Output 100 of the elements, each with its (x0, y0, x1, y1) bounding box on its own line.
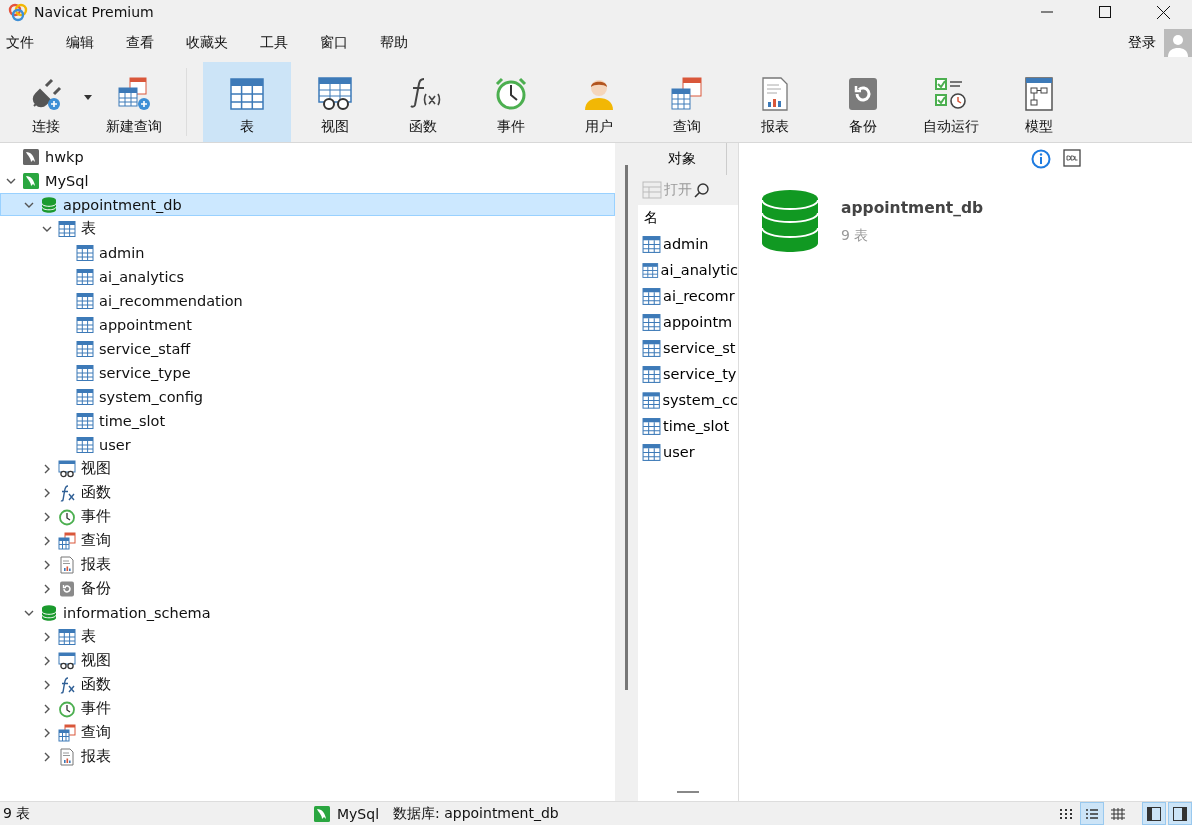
object-list-item[interactable]: service_st (638, 335, 738, 361)
toolbar-button[interactable]: 事件 (467, 62, 555, 142)
resize-handle[interactable] (677, 791, 699, 793)
table-icon (642, 181, 662, 199)
tree-item[interactable]: 事件 (0, 697, 615, 720)
database-icon (40, 603, 58, 622)
object-list-item[interactable]: user (638, 439, 738, 465)
tree-item[interactable]: MySql (0, 169, 615, 192)
menu-item[interactable]: 文件 (6, 34, 34, 52)
menu-item[interactable]: 查看 (126, 34, 154, 52)
tree-item[interactable]: 事件 (0, 505, 615, 528)
menu-item[interactable]: 编辑 (66, 34, 94, 52)
toolbar-button[interactable]: 模型 (995, 62, 1083, 142)
query-tables-icon (58, 723, 76, 742)
tree-item[interactable]: 视图 (0, 649, 615, 672)
table-icon (76, 435, 94, 454)
table-icon (642, 416, 661, 436)
checklist-clock-icon (933, 76, 969, 112)
tree-item[interactable]: appointment_db (0, 193, 615, 216)
table-icon (76, 243, 94, 262)
table-icon (642, 390, 661, 410)
ddl-icon[interactable] (1062, 149, 1081, 167)
window-title: Navicat Premium (34, 4, 154, 20)
toolbar-button[interactable]: 备份 (819, 62, 907, 142)
list-view-icon (1085, 807, 1099, 820)
table-icon (642, 286, 661, 306)
table-icon (642, 312, 661, 332)
scrollbar[interactable] (625, 165, 628, 690)
object-list-item[interactable]: admin (638, 231, 738, 257)
object-list-item[interactable]: system_cc (638, 387, 738, 413)
dolphin-icon (22, 147, 40, 166)
tree-item[interactable]: information_schema (0, 601, 615, 624)
object-list-item[interactable]: time_slot (638, 413, 738, 439)
dolphin-icon (22, 171, 40, 190)
tree-item[interactable]: 函数 (0, 673, 615, 696)
pane-toggle-button[interactable] (1168, 802, 1192, 825)
backup-icon (58, 579, 76, 598)
login-link[interactable]: 登录 (1128, 34, 1156, 52)
tree-item[interactable]: appointment (0, 313, 615, 336)
table-icon (76, 387, 94, 406)
object-list-item[interactable]: appointm (638, 309, 738, 335)
tree-item[interactable]: time_slot (0, 409, 615, 432)
menu-item[interactable]: 帮助 (380, 34, 408, 52)
tree-item[interactable]: 报表 (0, 745, 615, 768)
toolbar-button[interactable]: 报表 (731, 62, 819, 142)
table-count: 9 表 (841, 227, 870, 245)
toolbar-button[interactable]: 连接 (2, 62, 90, 142)
table-icon (642, 260, 659, 280)
table-icon (76, 315, 94, 334)
tree-item[interactable]: 函数 (0, 481, 615, 504)
tree-item[interactable]: 表 (0, 217, 615, 240)
tree-item[interactable]: user (0, 433, 615, 456)
report-icon (58, 747, 76, 766)
object-list-item[interactable]: ai_recomr (638, 283, 738, 309)
query-tables-icon (58, 531, 76, 550)
tree-item[interactable]: service_staff (0, 337, 615, 360)
toolbar-button[interactable]: 新建查询 (90, 62, 178, 142)
tree-item[interactable]: hwkp (0, 145, 615, 168)
table-icon (642, 234, 661, 254)
dolphin-icon (313, 804, 331, 823)
close-icon (1156, 5, 1170, 19)
toolbar-button[interactable]: 表 (203, 62, 291, 142)
toolbar-button[interactable]: 自动运行 (907, 62, 995, 142)
tree-item[interactable]: service_type (0, 361, 615, 384)
menu-item[interactable]: 窗口 (320, 34, 348, 52)
toolbar-button[interactable]: 用户 (555, 62, 643, 142)
tree-item[interactable]: 表 (0, 625, 615, 648)
tree-item[interactable]: ai_analytics (0, 265, 615, 288)
table-icon (642, 364, 661, 384)
tree-item[interactable]: 视图 (0, 457, 615, 480)
tree-item[interactable]: 查询 (0, 721, 615, 744)
menu-item[interactable]: 工具 (260, 34, 288, 52)
toolbar-button[interactable]: 函数 (379, 62, 467, 142)
tree-item[interactable]: ai_recommendation (0, 289, 615, 312)
table-icon (642, 338, 661, 358)
column-header[interactable]: 名 (638, 205, 738, 231)
tree-item[interactable]: 备份 (0, 577, 615, 600)
search-icon[interactable] (694, 182, 710, 198)
view-mode-button[interactable] (1080, 802, 1104, 825)
pane-toggle-button[interactable] (1142, 802, 1166, 825)
function-icon (58, 675, 76, 694)
function-icon (58, 483, 76, 502)
toolbar-button[interactable]: 查询 (643, 62, 731, 142)
menu-item[interactable]: 收藏夹 (186, 34, 228, 52)
database-label: 数据库: appointment_db (393, 804, 559, 823)
tree-item[interactable]: 报表 (0, 553, 615, 576)
toolbar-button[interactable]: 视图 (291, 62, 379, 142)
app-logo-icon (8, 2, 28, 22)
info-icon[interactable] (1030, 149, 1051, 169)
report-icon (58, 555, 76, 574)
panel-icon (1173, 806, 1187, 821)
caret-icon[interactable] (84, 95, 92, 100)
table-icon (58, 627, 76, 646)
tree-item[interactable]: admin (0, 241, 615, 264)
table-icon (229, 76, 265, 112)
tree-item[interactable]: system_config (0, 385, 615, 408)
database-icon (40, 195, 58, 214)
tree-item[interactable]: 查询 (0, 529, 615, 552)
object-list-item[interactable]: ai_analytic (638, 257, 738, 283)
object-list-item[interactable]: service_ty (638, 361, 738, 387)
